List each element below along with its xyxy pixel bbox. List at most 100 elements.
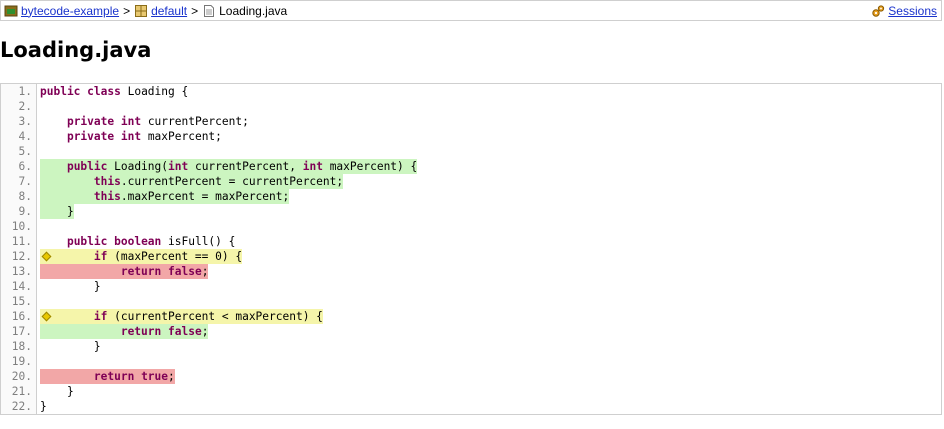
code-text: this.maxPercent = maxPercent; [40,189,290,204]
source-line: 15. [1,294,941,309]
code-token: currentPercent, [188,160,303,173]
source-line: 5. [1,144,941,159]
keyword-token: private [66,115,115,128]
source-line: 16. if (currentPercent < maxPercent) { [1,309,941,324]
breadcrumb-package-link[interactable]: default [151,4,187,18]
source-line: 17. return false; [1,324,941,339]
keyword-token: return [120,265,162,278]
breadcrumb-separator: > [123,3,131,18]
source-line: 10. [1,219,941,234]
line-number: 8. [1,189,37,204]
code-token: (maxPercent == 0) { [107,250,243,263]
line-number: 11. [1,234,37,249]
source-line: 18. } [1,339,941,354]
code-token: Loading( [107,160,168,173]
package-icon [135,4,148,17]
code-text: } [40,204,74,219]
source-line: 12. if (maxPercent == 0) { [1,249,941,264]
code-token: currentPercent; [141,115,249,128]
line-number: 19. [1,354,37,369]
keyword-token: public [66,160,108,173]
code-token: isFull() { [161,235,236,248]
source-line: 7. this.currentPercent = currentPercent; [1,174,941,189]
code-text: } [40,339,101,354]
code-token: maxPercent) { [322,160,418,173]
source-line: 2. [1,99,941,114]
keyword-token: return [93,370,135,383]
code-token: .currentPercent = currentPercent; [120,175,344,188]
keyword-token: int [120,115,142,128]
keyword-token: class [87,85,121,98]
source-line: 19. [1,354,941,369]
code-text: private int currentPercent; [40,114,249,129]
breadcrumb-separator: > [191,3,199,18]
code-text: return false; [40,324,209,339]
breadcrumb-project-link[interactable]: bytecode-example [21,4,119,18]
source-line: 20. return true; [1,369,941,384]
line-number: 12. [1,249,37,264]
source-line: 9. } [1,204,941,219]
line-number: 6. [1,159,37,174]
code-token: } [40,280,101,293]
code-token: Loading { [120,85,189,98]
sessions-area: Sessions [871,4,941,18]
sessions-link[interactable]: Sessions [888,4,937,18]
sessions-gear-icon[interactable] [871,4,885,18]
breadcrumb-current-file: Loading.java [219,3,288,18]
source-line: 21. } [1,384,941,399]
source-file-icon [204,4,215,17]
page-title: Loading.java [0,38,152,62]
source-line: 1. public class Loading { [1,84,941,99]
keyword-token: false [168,265,202,278]
code-text: return false; [40,264,209,279]
line-number: 15. [1,294,37,309]
keyword-token: boolean [114,235,162,248]
line-number: 18. [1,339,37,354]
line-number: 4. [1,129,37,144]
code-token: } [40,205,74,218]
line-number: 2. [1,99,37,114]
line-number: 14. [1,279,37,294]
code-text: public class Loading { [40,84,188,99]
keyword-token: false [168,325,202,338]
keyword-token: public [66,235,108,248]
line-number: 13. [1,264,37,279]
line-number: 5. [1,144,37,159]
line-number: 10. [1,219,37,234]
code-text: } [40,399,47,414]
line-number: 20. [1,369,37,384]
source-line: 22.} [1,399,941,414]
code-token: (currentPercent < maxPercent) { [107,310,323,323]
code-token: } [40,340,101,353]
keyword-token: int [302,160,323,173]
code-text: private int maxPercent; [40,129,222,144]
source-line: 13. return false; [1,264,941,279]
breadcrumb-trail: bytecode-example > default > Loading.jav… [1,4,287,18]
code-text: } [40,279,101,294]
keyword-token: if [93,250,108,263]
code-token: ; [201,265,209,278]
keyword-token: this [93,190,121,203]
code-token: ; [168,370,175,383]
code-token: .maxPercent = maxPercent; [120,190,290,203]
breadcrumb: bytecode-example > default > Loading.jav… [0,0,942,21]
code-text: } [40,384,74,399]
source-line: 3. private int currentPercent; [1,114,941,129]
line-number: 9. [1,204,37,219]
project-icon [4,5,18,16]
keyword-token: int [168,160,189,173]
line-number: 7. [1,174,37,189]
code-text: return true; [40,369,175,384]
keyword-token: return [120,325,162,338]
